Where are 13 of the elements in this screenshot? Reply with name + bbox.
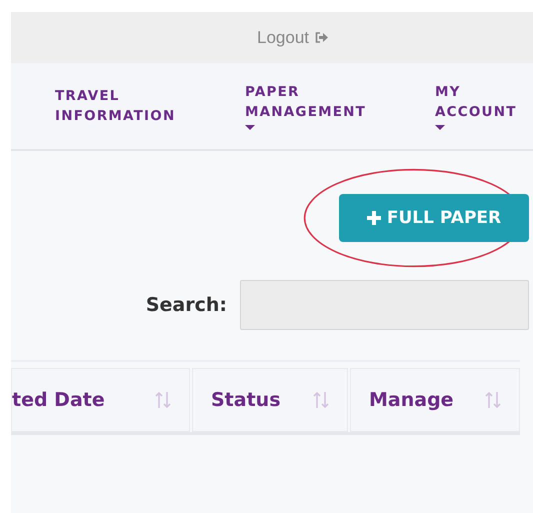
sort-icon [313, 391, 329, 409]
column-header[interactable]: ted Date [11, 368, 190, 432]
sort-icon [485, 391, 501, 409]
search-field[interactable] [240, 280, 529, 330]
logout-icon [315, 32, 328, 43]
nav-link[interactable]: PAPER MANAGEMENT [245, 82, 385, 130]
sort-icon [155, 391, 171, 409]
search-label: Search: [146, 294, 227, 316]
nav-link[interactable]: TRAVEL INFORMATION [55, 86, 195, 126]
nav-link[interactable]: MY ACCOUNT [435, 82, 533, 130]
column-header[interactable]: Status [192, 368, 348, 432]
column-header[interactable]: Manage [350, 368, 520, 432]
plus-icon [366, 211, 381, 225]
